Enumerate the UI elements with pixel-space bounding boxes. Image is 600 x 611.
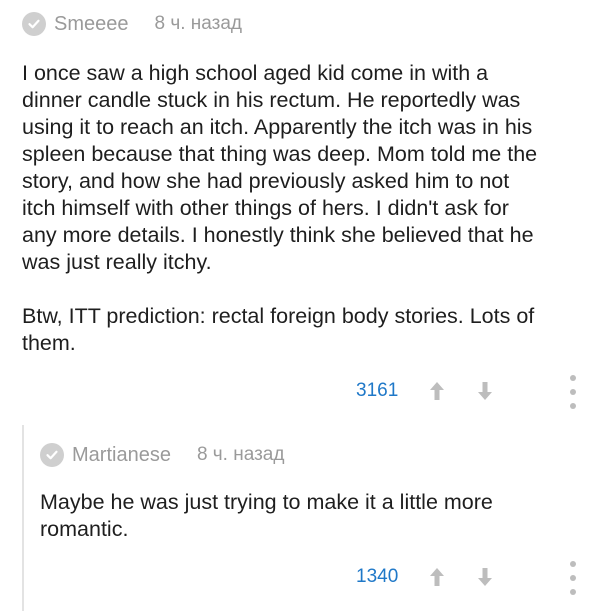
reply-actions: 1340 (356, 564, 496, 590)
more-dot (570, 589, 576, 595)
reply-header: Martianese 8 ч. назад (40, 443, 284, 467)
reply-body: Maybe he was just trying to make it a li… (40, 490, 493, 541)
downvote-button[interactable] (474, 378, 496, 404)
more-dot (570, 403, 576, 409)
arrow-down-icon (478, 568, 492, 586)
reply-time: 8 ч. назад (196, 444, 285, 465)
more-dot (570, 389, 576, 395)
comment-body: I once saw a high school aged kid come i… (22, 61, 538, 355)
reply-score: 1340 (356, 566, 399, 587)
downvote-button[interactable] (474, 564, 496, 590)
reply-author[interactable]: Martianese (72, 444, 171, 467)
upvote-button[interactable] (426, 378, 448, 404)
arrow-down-icon (478, 382, 492, 400)
more-options-button[interactable] (567, 561, 579, 595)
arrow-up-icon (430, 568, 444, 586)
comment-header: Smeeee 8 ч. назад (22, 12, 242, 36)
comment-score: 3161 (356, 380, 399, 401)
upvote-button[interactable] (426, 564, 448, 590)
more-dot (570, 575, 576, 581)
comment-author[interactable]: Smeeee (54, 13, 129, 36)
comment-time: 8 ч. назад (154, 13, 243, 34)
comment-actions: 3161 (356, 378, 496, 404)
more-vertical-icon (570, 375, 576, 381)
thread-line (22, 425, 24, 611)
arrow-up-icon (430, 382, 444, 400)
verified-check-icon (40, 443, 64, 467)
more-options-button[interactable] (567, 375, 579, 409)
verified-check-icon (22, 12, 46, 36)
more-vertical-icon (570, 561, 576, 567)
